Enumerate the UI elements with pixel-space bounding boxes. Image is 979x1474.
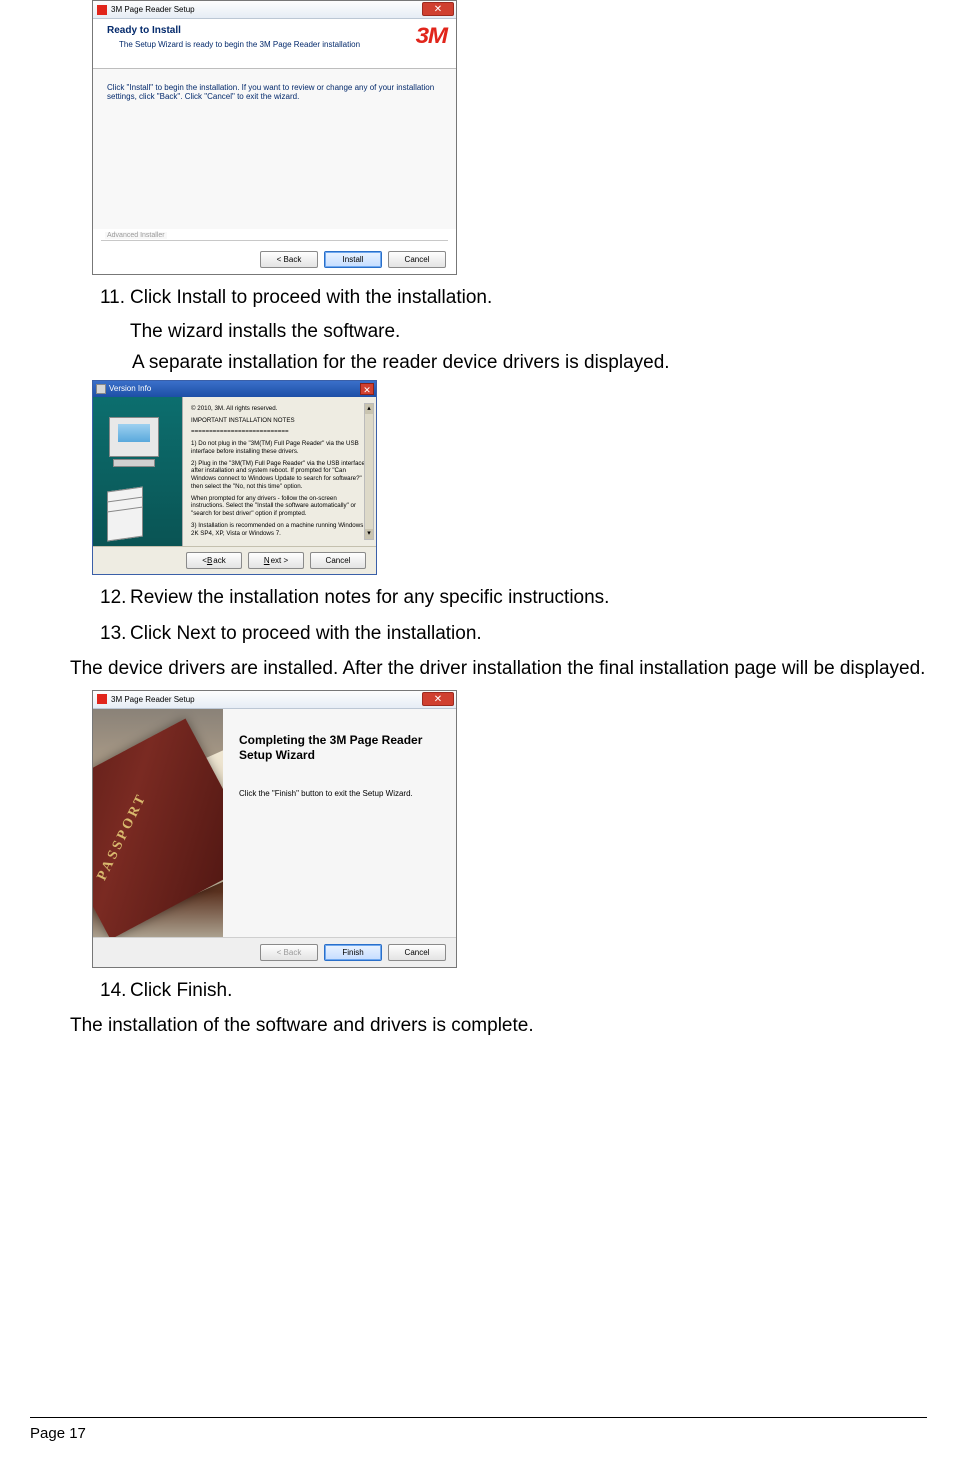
wizard-button-row: < Back Install Cancel: [260, 251, 446, 268]
cancel-button[interactable]: Cancel: [388, 251, 446, 268]
wizard-complete-title: Completing the 3M Page Reader Setup Wiza…: [239, 733, 442, 763]
finish-button[interactable]: Finish: [324, 944, 382, 961]
disc-stack-icon: [107, 489, 143, 519]
step-12: 12. Review the installation notes for an…: [100, 585, 927, 611]
cancel-button[interactable]: Cancel: [310, 552, 366, 569]
app-icon: [97, 694, 107, 704]
scroll-up-icon[interactable]: ▴: [365, 404, 373, 414]
window-titlebar: 3M Page Reader Setup ✕: [93, 1, 456, 19]
wizard-button-row: < Back Next > Cancel: [93, 546, 376, 574]
advanced-installer-label: Advanced Installer: [105, 232, 167, 239]
step-text: Review the installation notes for any sp…: [130, 585, 609, 611]
step-11: 11. Click Install to proceed with the in…: [100, 285, 927, 311]
back-button-disabled: < Back: [260, 944, 318, 961]
step-11-note-1: The wizard installs the software.: [130, 319, 927, 345]
step-text: Click Finish.: [130, 978, 232, 1004]
window-title: Version Info: [109, 384, 151, 393]
note-4: 3) Installation is recommended on a mach…: [191, 522, 368, 538]
notes-heading: IMPORTANT INSTALLATION NOTES: [191, 417, 368, 425]
wizard-step-subtitle: The Setup Wizard is ready to begin the 3…: [119, 40, 446, 49]
step-number: 13.: [100, 621, 130, 647]
back-button[interactable]: < Back: [260, 251, 318, 268]
computer-icon: [109, 417, 159, 457]
wizard-header: Ready to Install The Setup Wizard is rea…: [93, 19, 456, 69]
divider: [101, 240, 448, 241]
close-icon[interactable]: ✕: [422, 2, 454, 16]
computer-base-icon: [113, 459, 155, 467]
copyright-text: © 2010, 3M. All rights reserved.: [191, 405, 368, 413]
notes-rule: ===========================: [191, 428, 368, 436]
passport-cover-graphic: [93, 718, 223, 937]
wizard-side-graphic: [93, 397, 183, 546]
wizard-body: Click "Install" to begin the installatio…: [93, 69, 456, 229]
app-icon: [96, 384, 106, 394]
step-13: 13. Click Next to proceed with the insta…: [100, 621, 927, 647]
cancel-button[interactable]: Cancel: [388, 944, 446, 961]
step-number: 12.: [100, 585, 130, 611]
step-14: 14. Click Finish.: [100, 978, 927, 1004]
back-button[interactable]: < Back: [186, 552, 242, 569]
step-text: Click Next to proceed with the installat…: [130, 621, 482, 647]
page-number: Page 17: [30, 1425, 86, 1442]
install-button[interactable]: Install: [324, 251, 382, 268]
passport-photo: PASSPORT: [93, 709, 223, 937]
installation-notes: © 2010, 3M. All rights reserved. IMPORTA…: [183, 397, 376, 546]
brand-3m-logo: 3M: [416, 23, 447, 49]
close-icon[interactable]: ✕: [360, 383, 374, 395]
window-title: 3M Page Reader Setup: [111, 695, 195, 704]
wizard-button-row: < Back Finish Cancel: [93, 937, 456, 967]
wizard-step-title: Ready to Install: [107, 25, 446, 36]
wizard-body: PASSPORT Completing the 3M Page Reader S…: [93, 709, 456, 937]
step-text: Click Install to proceed with the instal…: [130, 285, 492, 311]
screenshot-version-info: Version Info ✕ © 2010, 3M. All rights re…: [92, 380, 377, 575]
footer-rule: [30, 1417, 927, 1418]
screenshot-completing-wizard: 3M Page Reader Setup ✕ PASSPORT Completi…: [92, 690, 457, 968]
next-button[interactable]: Next >: [248, 552, 304, 569]
wizard-right-pane: Completing the 3M Page Reader Setup Wiza…: [223, 709, 456, 937]
window-titlebar: 3M Page Reader Setup ✕: [93, 691, 456, 709]
wizard-main: © 2010, 3M. All rights reserved. IMPORTA…: [93, 397, 376, 546]
scrollbar[interactable]: ▴ ▾: [364, 403, 374, 540]
wizard-complete-sub: Click the "Finish" button to exit the Se…: [239, 789, 442, 798]
document-page: 3M Page Reader Setup ✕ Ready to Install …: [0, 0, 979, 1474]
note-1: 1) Do not plug in the "3M(TM) Full Page …: [191, 440, 368, 456]
wizard-body-text: Click "Install" to begin the installatio…: [107, 83, 442, 101]
app-icon: [97, 5, 107, 15]
note-3: When prompted for any drivers - follow t…: [191, 495, 368, 518]
scroll-down-icon[interactable]: ▾: [365, 529, 373, 539]
note-2: 2) Plug in the "3M(TM) Full Page Reader"…: [191, 460, 368, 491]
paragraph-final: The installation of the software and dri…: [70, 1013, 927, 1039]
window-title: 3M Page Reader Setup: [111, 5, 195, 14]
paragraph-after-13: The device drivers are installed. After …: [70, 656, 927, 682]
screenshot-ready-install: 3M Page Reader Setup ✕ Ready to Install …: [92, 0, 457, 275]
advanced-installer-group: Advanced Installer: [101, 236, 448, 244]
step-number: 11.: [100, 285, 130, 311]
step-11-note-2: A separate installation for the reader d…: [132, 350, 927, 376]
close-icon[interactable]: ✕: [422, 692, 454, 706]
window-titlebar: Version Info ✕: [93, 381, 376, 397]
step-number: 14.: [100, 978, 130, 1004]
